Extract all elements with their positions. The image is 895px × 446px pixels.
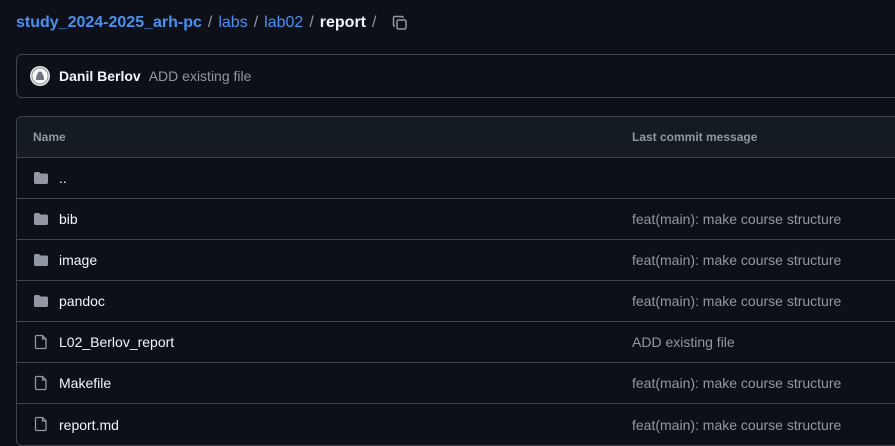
column-header-last-commit: Last commit message [632, 130, 758, 144]
breadcrumb-current: report [319, 14, 366, 31]
table-row[interactable]: Makefile feat(main): make course structu… [17, 363, 895, 404]
table-row[interactable]: report.md feat(main): make course struct… [17, 404, 895, 445]
commit-message-link[interactable]: feat(main): make course structure [632, 293, 841, 309]
commit-message-link[interactable]: feat(main): make course structure [632, 211, 841, 227]
file-icon [34, 375, 47, 391]
file-name-link[interactable]: Makefile [59, 375, 111, 391]
table-row[interactable]: image feat(main): make course structure [17, 240, 895, 281]
commit-message[interactable]: ADD existing file [149, 68, 252, 84]
file-name-link[interactable]: L02_Berlov_report [59, 334, 174, 350]
table-row[interactable]: pandoc feat(main): make course structure [17, 281, 895, 322]
file-name-link[interactable]: .. [59, 170, 67, 186]
file-name-link[interactable]: pandoc [59, 293, 105, 309]
file-icon [34, 334, 47, 350]
table-row-parent[interactable]: .. [17, 158, 895, 199]
breadcrumb-repo-link[interactable]: study_2024-2025_arh-pc [16, 14, 202, 32]
folder-icon [34, 295, 48, 307]
table-row[interactable]: L02_Berlov_report ADD existing file [17, 322, 895, 363]
breadcrumb-separator: / [207, 14, 213, 31]
commit-message-link[interactable]: feat(main): make course structure [632, 252, 841, 268]
file-name-link[interactable]: bib [59, 211, 78, 227]
commit-message-link[interactable]: ADD existing file [632, 334, 735, 350]
breadcrumb-separator: / [253, 14, 259, 31]
table-header: Name Last commit message [17, 117, 895, 158]
breadcrumb-separator: / [372, 14, 377, 31]
breadcrumb: study_2024-2025_arh-pc / labs / lab02 / … [16, 12, 410, 34]
file-icon [34, 416, 47, 432]
table-row[interactable]: bib feat(main): make course structure [17, 199, 895, 240]
breadcrumb-lab02-link[interactable]: lab02 [264, 14, 303, 32]
column-header-name: Name [33, 130, 66, 144]
avatar-icon [31, 67, 49, 85]
commit-author[interactable]: Danil Berlov [59, 68, 141, 84]
folder-icon [34, 213, 48, 225]
breadcrumb-labs-link[interactable]: labs [218, 14, 247, 32]
folder-icon [34, 172, 48, 184]
copy-path-button[interactable] [390, 13, 410, 33]
folder-icon [34, 254, 48, 266]
file-name-link[interactable]: image [59, 252, 97, 268]
avatar[interactable] [30, 66, 50, 86]
commit-message-link[interactable]: feat(main): make course structure [632, 417, 841, 433]
file-name-link[interactable]: report.md [59, 417, 119, 433]
latest-commit-bar: Danil Berlov ADD existing file [16, 54, 895, 98]
file-table: Name Last commit message .. bib feat(mai… [16, 116, 895, 446]
copy-icon [393, 15, 408, 30]
breadcrumb-separator: / [309, 14, 314, 31]
commit-message-link[interactable]: feat(main): make course structure [632, 375, 841, 391]
